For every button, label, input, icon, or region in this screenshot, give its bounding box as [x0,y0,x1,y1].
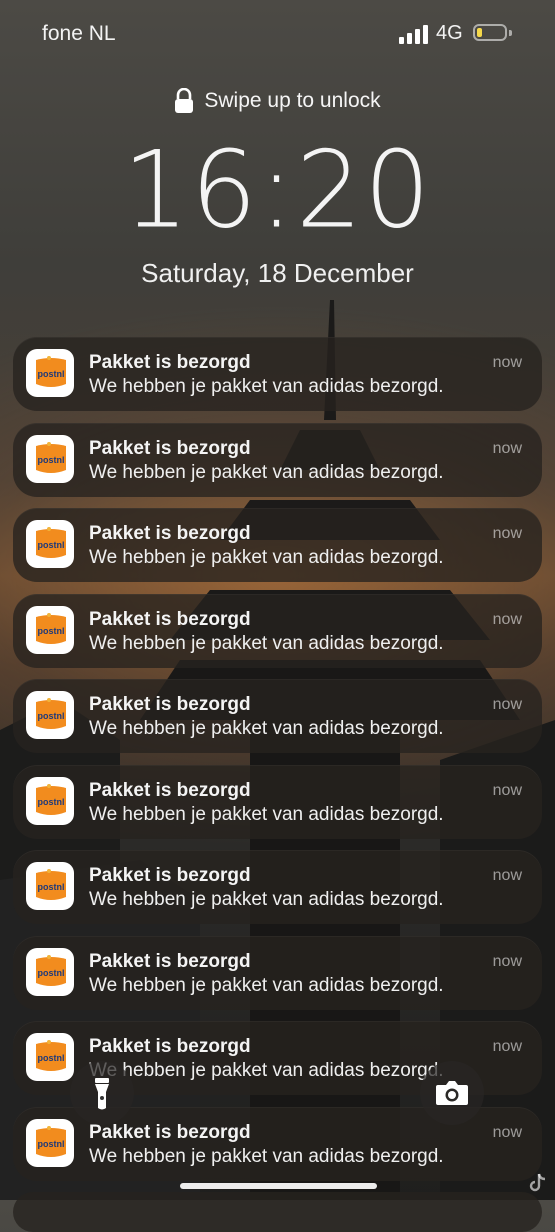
notification-title: Pakket is bezorgd [89,780,251,801]
postnl-logo-icon: postnl [36,955,66,986]
notification-time: now [492,953,522,970]
postnl-app-icon: postnl [26,435,74,483]
flashlight-icon [95,1078,109,1110]
notification-card[interactable]: postnl Pakket is bezorgd We hebben je pa… [13,594,542,668]
notification-body: We hebben je pakket van adidas bezorgd. [89,376,444,397]
notification-card-partial[interactable] [13,1192,542,1232]
postnl-logo-icon: postnl [36,527,66,558]
notification-body: We hebben je pakket van adidas bezorgd. [89,633,444,654]
svg-text:postnl: postnl [38,369,65,379]
notification-title: Pakket is bezorgd [89,609,251,630]
notification-title: Pakket is bezorgd [89,951,251,972]
notification-body: We hebben je pakket van adidas bezorgd. [89,804,444,825]
camera-icon [436,1081,468,1105]
notification-time: now [492,440,522,457]
notification-time: now [492,696,522,713]
svg-text:postnl: postnl [38,1053,65,1063]
svg-text:postnl: postnl [38,711,65,721]
notification-time: now [492,867,522,884]
notification-title: Pakket is bezorgd [89,523,251,544]
postnl-logo-icon: postnl [36,356,66,387]
notification-body: We hebben je pakket van adidas bezorgd. [89,1146,444,1167]
svg-text:postnl: postnl [38,1139,65,1149]
svg-text:postnl: postnl [38,882,65,892]
notification-title: Pakket is bezorgd [89,865,251,886]
svg-text:postnl: postnl [38,968,65,978]
notification-body: We hebben je pakket van adidas bezorgd. [89,975,444,996]
notification-card[interactable]: postnl Pakket is bezorgd We hebben je pa… [13,508,542,582]
notification-time: now [492,1124,522,1141]
notification-time: now [492,525,522,542]
postnl-app-icon: postnl [26,777,74,825]
postnl-logo-icon: postnl [36,1040,66,1071]
postnl-app-icon: postnl [26,606,74,654]
notification-time: now [492,611,522,628]
notification-body: We hebben je pakket van adidas bezorgd. [89,462,444,483]
notification-list: postnl Pakket is bezorgd We hebben je pa… [0,0,555,1232]
postnl-logo-icon: postnl [36,698,66,729]
postnl-app-icon: postnl [26,862,74,910]
postnl-logo-icon: postnl [36,869,66,900]
svg-text:postnl: postnl [38,540,65,550]
notification-card[interactable]: postnl Pakket is bezorgd We hebben je pa… [13,765,542,839]
notification-title: Pakket is bezorgd [89,1122,251,1143]
notification-card[interactable]: postnl Pakket is bezorgd We hebben je pa… [13,850,542,924]
svg-text:postnl: postnl [38,626,65,636]
postnl-logo-icon: postnl [36,613,66,644]
notification-title: Pakket is bezorgd [89,694,251,715]
notification-card[interactable]: postnl Pakket is bezorgd We hebben je pa… [13,337,542,411]
notification-title: Pakket is bezorgd [89,352,251,373]
notification-body: We hebben je pakket van adidas bezorgd. [89,1060,444,1081]
notification-time: now [492,354,522,371]
flashlight-button[interactable] [70,1061,134,1125]
notification-card[interactable]: postnl Pakket is bezorgd We hebben je pa… [13,936,542,1010]
postnl-app-icon: postnl [26,349,74,397]
notification-body: We hebben je pakket van adidas bezorgd. [89,889,444,910]
postnl-logo-icon: postnl [36,784,66,815]
postnl-logo-icon: postnl [36,442,66,473]
postnl-app-icon: postnl [26,691,74,739]
svg-text:postnl: postnl [38,797,65,807]
notification-body: We hebben je pakket van adidas bezorgd. [89,547,444,568]
notification-card[interactable]: postnl Pakket is bezorgd We hebben je pa… [13,679,542,753]
notification-body: We hebben je pakket van adidas bezorgd. [89,718,444,739]
postnl-app-icon: postnl [26,1119,74,1167]
postnl-app-icon: postnl [26,1033,74,1081]
postnl-app-icon: postnl [26,520,74,568]
notification-title: Pakket is bezorgd [89,438,251,459]
postnl-app-icon: postnl [26,948,74,996]
home-indicator[interactable] [180,1183,377,1189]
notification-title: Pakket is bezorgd [89,1036,251,1057]
tiktok-watermark-icon [529,1173,546,1192]
postnl-logo-icon: postnl [36,1126,66,1157]
svg-text:postnl: postnl [38,455,65,465]
camera-button[interactable] [420,1061,484,1125]
notification-time: now [492,1038,522,1055]
notification-time: now [492,782,522,799]
notification-card[interactable]: postnl Pakket is bezorgd We hebben je pa… [13,423,542,497]
